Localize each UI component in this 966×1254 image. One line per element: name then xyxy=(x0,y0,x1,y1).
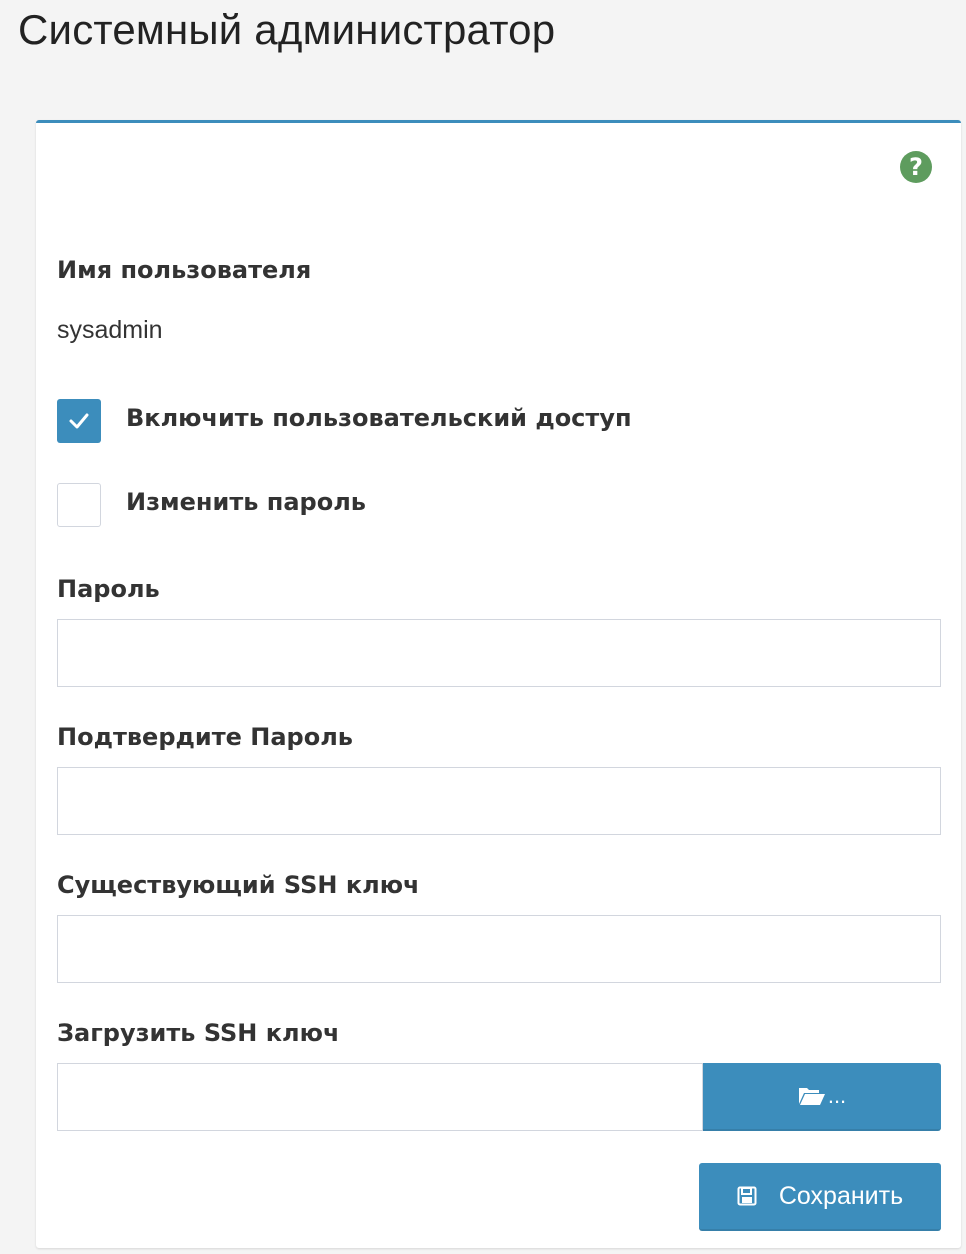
change-password-label[interactable]: Изменить пароль xyxy=(126,488,366,516)
save-button[interactable]: Сохранить xyxy=(699,1163,941,1231)
browse-file-button[interactable]: ... xyxy=(703,1063,941,1131)
checkmark-icon xyxy=(69,413,89,429)
confirm-password-label: Подтвердите Пароль xyxy=(57,723,353,751)
question-circle-icon[interactable]: ? xyxy=(900,151,932,183)
enable-access-checkbox[interactable] xyxy=(57,399,101,443)
upload-ssh-key-label: Загрузить SSH ключ xyxy=(57,1019,340,1047)
browse-button-text: ... xyxy=(827,1083,847,1108)
page-title: Системный администратор xyxy=(18,6,556,53)
password-label: Пароль xyxy=(57,575,160,603)
save-button-label: Сохранить xyxy=(778,1181,904,1210)
change-password-checkbox[interactable] xyxy=(57,483,101,527)
confirm-password-input[interactable] xyxy=(57,767,941,835)
sysadmin-settings-panel: ? Имя пользователя sysadmin Включить пол… xyxy=(36,120,961,1248)
enable-access-label[interactable]: Включить пользовательский доступ xyxy=(126,404,632,432)
username-label: Имя пользователя xyxy=(57,256,312,284)
folder-open-icon xyxy=(798,1088,825,1105)
existing-ssh-key-input[interactable] xyxy=(57,915,941,983)
existing-ssh-key-label: Существующий SSH ключ xyxy=(57,871,420,899)
password-input[interactable] xyxy=(57,619,941,687)
username-value: sysadmin xyxy=(57,316,163,344)
floppy-disk-icon xyxy=(737,1186,757,1206)
upload-ssh-key-input[interactable] xyxy=(57,1063,703,1131)
